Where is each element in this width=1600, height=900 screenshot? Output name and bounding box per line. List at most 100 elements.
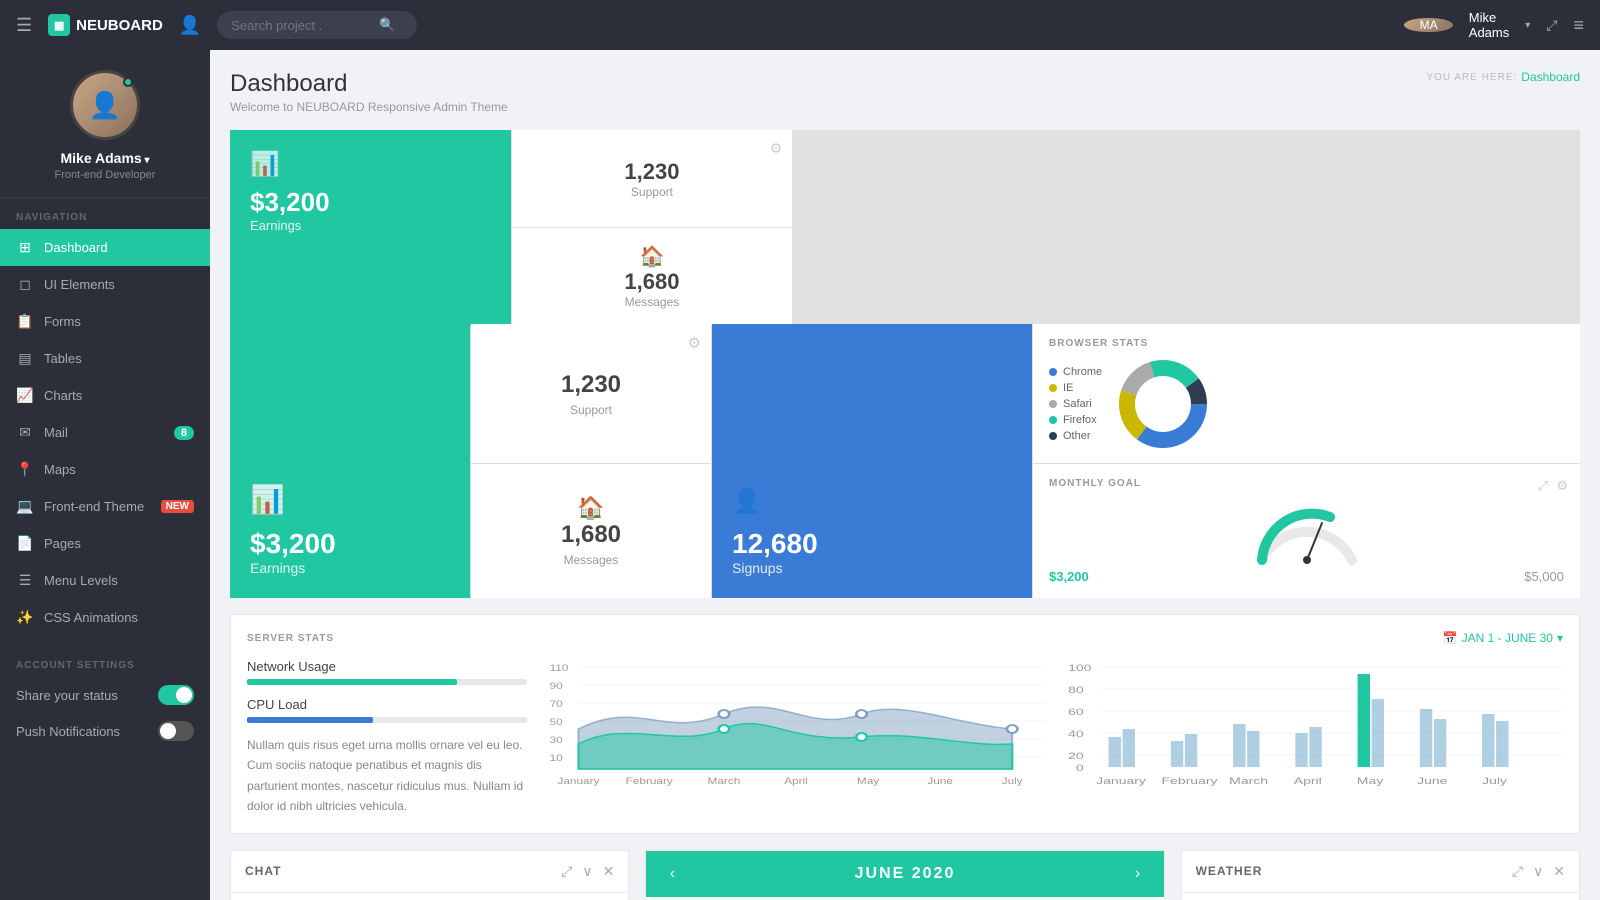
safari-dot — [1049, 400, 1057, 408]
monthly-goal-card: MONTHLY GOAL ⤢ ⚙ $3,200 — [1033, 464, 1580, 598]
gauge-chart — [1247, 495, 1367, 565]
sidebar-item-ui-elements[interactable]: ◻ UI Elements — [0, 266, 210, 303]
hamburger-icon[interactable]: ☰ — [16, 15, 32, 36]
sidebar-item-charts[interactable]: 📈 Charts — [0, 377, 210, 414]
search-input[interactable] — [231, 18, 371, 33]
sidebar-item-css-animations[interactable]: ✨ CSS Animations — [0, 599, 210, 636]
server-stats-body: Network Usage CPU Load Nullam quis risus… — [247, 659, 1563, 817]
sidebar-item-forms[interactable]: 📋 Forms — [0, 303, 210, 340]
sidebar-item-mail[interactable]: ✉ Mail 8 — [0, 414, 210, 451]
weather-expand-icon[interactable]: ⤢ — [1512, 863, 1523, 880]
support-gear-icon[interactable]: ⚙ — [770, 140, 783, 157]
logo-icon: ▦ — [48, 14, 70, 36]
server-stats-title: SERVER STATS — [247, 633, 334, 644]
network-usage-section: Network Usage — [247, 659, 527, 685]
safari-label: Safari — [1063, 398, 1092, 410]
nav-section-label: NAVIGATION — [0, 198, 210, 229]
sidebar-label-ui: UI Elements — [44, 277, 115, 292]
support-label: Support — [631, 185, 673, 199]
weather-title: WEATHER — [1196, 864, 1263, 878]
page-title-section: Dashboard Welcome to NEUBOARD Responsive… — [230, 70, 508, 114]
sidebar-avatar: 👤 — [70, 70, 140, 140]
messages-card-v2: 🏠 1,680 Messages — [471, 464, 711, 598]
svg-text:0: 0 — [1076, 763, 1084, 773]
topnav-right-section: MA Mike Adams ▾ ⤢ ≡ — [1404, 10, 1584, 40]
sidebar-label-dashboard: Dashboard — [44, 240, 108, 255]
chat-expand-icon[interactable]: ⤢ — [561, 863, 572, 880]
browser-stats-title: BROWSER STATS — [1049, 338, 1564, 349]
sidebar-item-frontend-theme[interactable]: 💻 Front-end Theme NEW — [0, 488, 210, 525]
expand-icon[interactable]: ⤢ — [1546, 17, 1557, 34]
pages-icon: 📄 — [16, 535, 34, 552]
chat-card: CHAT ⤢ ∨ ✕ 👩 Hey Mike...Nullam qui — [230, 850, 629, 900]
weather-card: WEATHER ⤢ ∨ ✕ Today ☀️ 62°C Tonight — [1181, 850, 1580, 900]
svg-text:60: 60 — [1068, 707, 1084, 717]
topnav-menu-icon[interactable]: ≡ — [1573, 15, 1584, 36]
username-chevron[interactable]: ▾ — [1525, 20, 1530, 31]
share-status-toggle-row: Share your status — [0, 677, 210, 713]
signups-user-icon: 👤 — [732, 487, 1012, 516]
app-logo: ▦ NEUBOARD — [48, 14, 163, 36]
css-animations-icon: ✨ — [16, 609, 34, 626]
sidebar-item-maps[interactable]: 📍 Maps — [0, 451, 210, 488]
svg-text:80: 80 — [1068, 685, 1084, 695]
svg-text:July: July — [1002, 777, 1024, 786]
goal-current-value: $3,200 — [1049, 569, 1089, 584]
svg-text:April: April — [1294, 776, 1322, 786]
sidebar-item-dashboard[interactable]: ⊞ Dashboard — [0, 229, 210, 266]
chat-minimize-icon[interactable]: ∨ — [582, 863, 592, 880]
support-settings-icon[interactable]: ⚙ — [688, 334, 701, 352]
earnings-chart-icon: 📊 — [250, 150, 280, 179]
sidebar-label-pages: Pages — [44, 536, 81, 551]
sidebar-item-menu-levels[interactable]: ☰ Menu Levels — [0, 562, 210, 599]
earnings-card: 📊 $3,200 Earnings — [230, 130, 511, 325]
breadcrumb-label: YOU ARE HERE: — [1426, 72, 1517, 83]
sidebar-label-css: CSS Animations — [44, 610, 138, 625]
weather-header-icons: ⤢ ∨ ✕ — [1512, 863, 1565, 880]
sidebar-profile: 👤 Mike Adams Front-end Developer — [0, 50, 210, 198]
weather-close-icon[interactable]: ✕ — [1553, 863, 1565, 880]
network-progress-bg — [247, 679, 527, 685]
svg-text:100: 100 — [1068, 663, 1092, 673]
user-profile-icon[interactable]: 👤 — [179, 15, 201, 36]
sidebar-username[interactable]: Mike Adams — [61, 150, 150, 166]
top-navbar: ☰ ▦ NEUBOARD 👤 🔍 MA Mike Adams ▾ ⤢ ≡ — [0, 0, 1600, 50]
maps-icon: 📍 — [16, 461, 34, 478]
weather-minimize-icon[interactable]: ∨ — [1533, 863, 1543, 880]
goal-expand-icon[interactable]: ⤢ — [1538, 478, 1548, 494]
earnings-value: $3,200 — [250, 187, 330, 218]
earnings-icon: 📊 — [250, 483, 450, 516]
browser-stats-card: BROWSER STATS Chrome IE Safari Firefox O… — [1033, 324, 1580, 463]
username-label[interactable]: Mike Adams — [1469, 10, 1509, 40]
calendar-prev-button[interactable]: ‹ — [660, 865, 684, 883]
search-icon: 🔍 — [379, 17, 395, 33]
sidebar: 👤 Mike Adams Front-end Developer NAVIGAT… — [0, 50, 210, 900]
ie-label: IE — [1063, 382, 1073, 394]
sidebar-label-tables: Tables — [44, 351, 82, 366]
cpu-load-label: CPU Load — [247, 697, 527, 712]
push-notifications-label: Push Notifications — [16, 724, 158, 739]
calendar-next-button[interactable]: › — [1126, 865, 1150, 883]
sidebar-item-pages[interactable]: 📄 Pages — [0, 525, 210, 562]
chat-close-icon[interactable]: ✕ — [603, 863, 615, 880]
server-stats-date-range[interactable]: 📅 JAN 1 - JUNE 30 ▾ — [1443, 631, 1563, 645]
browser-donut-chart — [1118, 359, 1208, 449]
svg-text:June: June — [1417, 776, 1448, 786]
support-lbl: Support — [570, 403, 612, 417]
push-notifications-toggle[interactable] — [158, 721, 194, 741]
monthly-goal-title: MONTHLY GOAL — [1049, 478, 1564, 489]
firefox-label: Firefox — [1063, 414, 1097, 426]
messages-value: 1,680 — [624, 269, 679, 295]
sidebar-label-maps: Maps — [44, 462, 76, 477]
network-progress-fill — [247, 679, 457, 685]
push-notifications-toggle-row: Push Notifications — [0, 713, 210, 749]
avatar[interactable]: MA — [1404, 18, 1452, 32]
sidebar-item-tables[interactable]: ▤ Tables — [0, 340, 210, 377]
mail-badge: 8 — [174, 426, 194, 440]
share-status-toggle[interactable] — [158, 685, 194, 705]
support-card: ⚙ 1,230 Support — [512, 130, 793, 227]
goal-gear-icon[interactable]: ⚙ — [1556, 478, 1568, 494]
ie-dot — [1049, 384, 1057, 392]
svg-text:May: May — [1357, 776, 1384, 786]
support-val: 1,230 — [561, 371, 621, 399]
